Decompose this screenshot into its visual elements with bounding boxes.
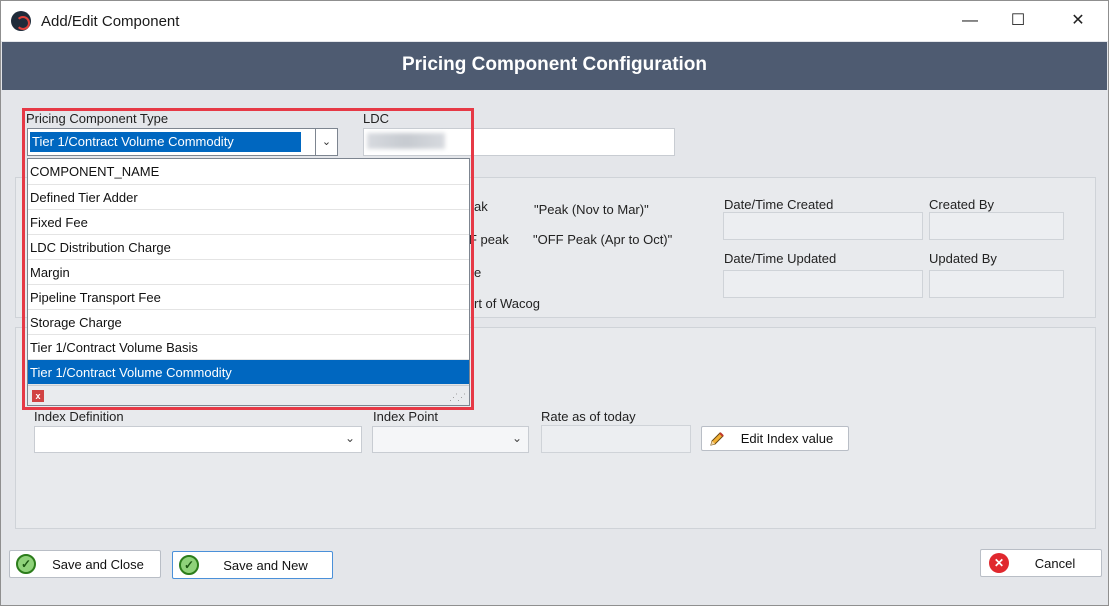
save-and-new-label: Save and New — [223, 557, 308, 573]
updated-by-field — [929, 270, 1064, 298]
check-circle-icon: ✓ — [179, 555, 199, 575]
save-and-new-button[interactable]: ✓ Save and New — [172, 551, 333, 579]
off-peak-value: "OFF Peak (Apr to Oct)" — [533, 232, 673, 247]
date-updated-label: Date/Time Updated — [724, 251, 837, 266]
x-circle-icon: ✕ — [989, 553, 1009, 573]
maximize-button[interactable]: ☐ — [1005, 9, 1031, 33]
window-title: Add/Edit Component — [41, 13, 180, 30]
off-peak-label-partial: F peak — [469, 232, 509, 247]
date-created-field — [723, 212, 923, 240]
add-edit-component-window: Add/Edit Component — ☐ ✕ Pricing Compone… — [0, 0, 1109, 606]
cancel-label: Cancel — [1034, 555, 1076, 571]
save-and-close-label: Save and Close — [52, 556, 144, 572]
chevron-down-icon: ⌄ — [511, 431, 522, 445]
rate-today-field — [541, 425, 691, 453]
chevron-down-icon: ⌄ — [344, 431, 355, 445]
page-title: Pricing Component Configuration — [2, 42, 1107, 90]
date-created-label: Date/Time Created — [724, 197, 834, 212]
app-logo-icon — [11, 11, 31, 31]
edit-index-value-button[interactable]: Edit Index value — [701, 426, 849, 451]
option-label-partial: e — [474, 265, 482, 280]
created-by-field — [929, 212, 1064, 240]
date-updated-field — [723, 270, 923, 298]
title-bar: Add/Edit Component — ☐ ✕ — [1, 1, 1108, 41]
peak-value: "Peak (Nov to Mar)" — [534, 202, 649, 217]
save-and-close-button[interactable]: ✓ Save and Close — [9, 550, 161, 578]
close-window-button[interactable]: ✕ — [1065, 9, 1091, 33]
pencil-icon — [710, 431, 724, 446]
check-circle-icon: ✓ — [16, 554, 36, 574]
index-definition-label: Index Definition — [34, 409, 124, 424]
index-point-select[interactable]: ⌄ — [372, 426, 529, 453]
peak-label-partial: ak — [474, 199, 488, 214]
highlight-frame — [22, 108, 474, 410]
updated-by-label: Updated By — [929, 251, 997, 266]
index-point-label: Index Point — [373, 409, 439, 424]
minimize-button[interactable]: — — [957, 9, 983, 33]
rate-today-label: Rate as of today — [541, 409, 636, 424]
created-by-label: Created By — [929, 197, 995, 212]
edit-index-value-label: Edit Index value — [740, 431, 834, 446]
index-definition-select[interactable]: ⌄ — [34, 426, 362, 453]
cancel-button[interactable]: ✕ Cancel — [980, 549, 1102, 577]
wacog-label-partial: rt of Wacog — [474, 296, 540, 311]
